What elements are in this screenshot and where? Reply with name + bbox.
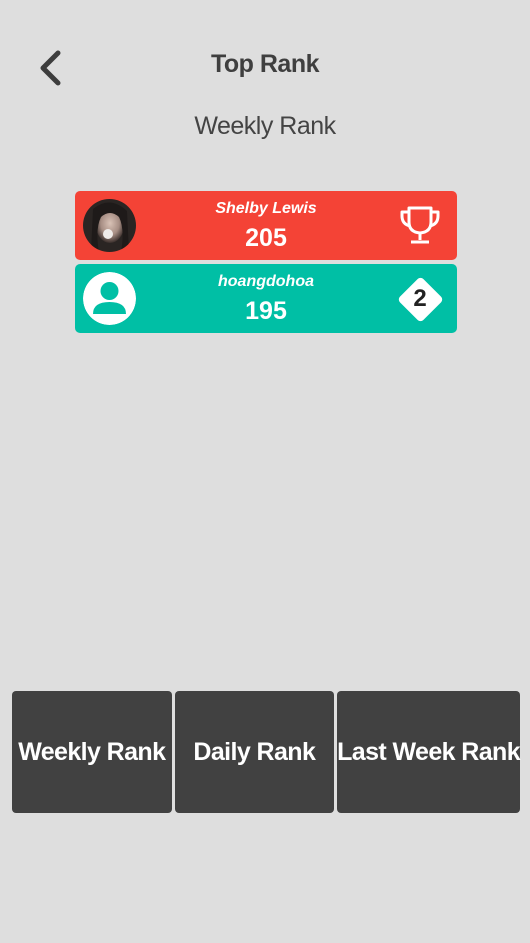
weekly-rank-button[interactable]: Weekly Rank: [12, 691, 172, 813]
rank-period-tabs: Weekly Rank Daily Rank Last Week Rank: [12, 691, 521, 813]
page-title: Top Rank: [210, 50, 320, 78]
rank-list: Shelby Lewis 205 hoangdohoa 195 2: [75, 191, 457, 337]
rank-row-2[interactable]: hoangdohoa 195 2: [75, 264, 457, 333]
rank-row-1[interactable]: Shelby Lewis 205: [75, 191, 457, 260]
rank-period-title: Weekly Rank: [194, 112, 336, 140]
last-week-rank-button[interactable]: Last Week Rank: [337, 691, 521, 813]
trophy-icon: [395, 201, 445, 251]
rank-number: 2: [413, 285, 427, 312]
daily-rank-button[interactable]: Daily Rank: [174, 691, 335, 813]
diamond-badge-icon: 2: [395, 274, 445, 324]
